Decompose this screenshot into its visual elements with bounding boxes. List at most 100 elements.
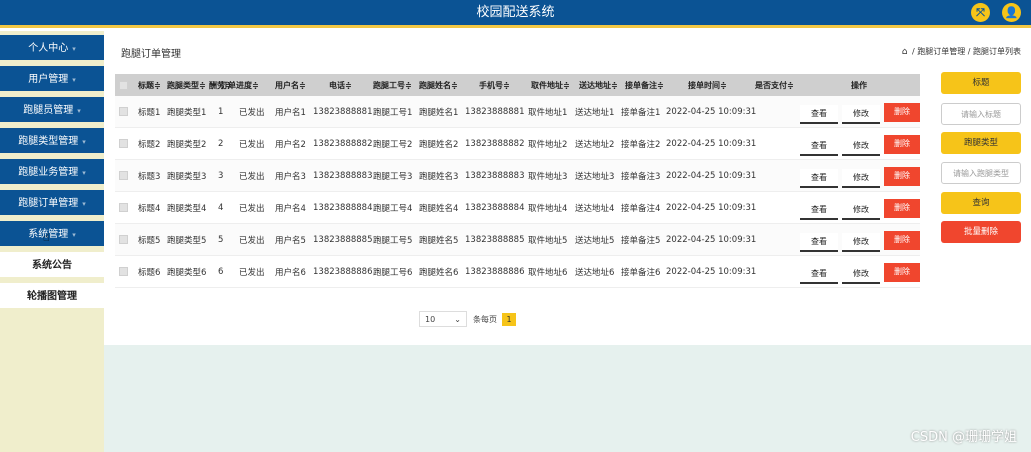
table-cell: 跑腿姓名3 <box>419 171 459 182</box>
column-header[interactable]: 订单进度≑ <box>220 74 259 96</box>
column-header[interactable]: 用户名≑ <box>275 74 306 96</box>
footer-band <box>104 345 1031 452</box>
edit-button[interactable]: 修改 <box>842 169 880 188</box>
table-cell: 取件地址4 <box>528 203 568 214</box>
view-button[interactable]: 查看 <box>800 265 838 284</box>
breadcrumb: ⌂ / 跑腿订单管理 / 跑腿订单列表 <box>902 46 1021 57</box>
main-content: 跑腿订单管理 ⌂ / 跑腿订单管理 / 跑腿订单列表 标题≑ 跑腿类型≑ 酬劳≑ 订单… <box>104 31 1031 452</box>
table-cell: 跑腿类型3 <box>167 171 207 182</box>
table-cell: 13823888886 <box>465 266 525 277</box>
title-search-input[interactable]: 请输入标题 <box>941 103 1021 125</box>
table-cell: 跑腿工号1 <box>373 107 413 118</box>
row-checkbox[interactable] <box>119 160 128 191</box>
table-cell: 2022-04-25 10:09:31 <box>666 266 757 277</box>
sidebar-item[interactable]: 轮播图管理 <box>0 283 104 311</box>
delete-button[interactable]: 删除 <box>884 263 920 282</box>
sidebar-item[interactable]: 跑腿类型管理 ▾ <box>0 128 104 156</box>
table-cell: 接单备注1 <box>621 107 661 118</box>
delete-button[interactable]: 删除 <box>884 167 920 186</box>
row-checkbox[interactable] <box>119 224 128 255</box>
row-checkbox[interactable] <box>119 96 128 127</box>
table-cell: 跑腿姓名5 <box>419 235 459 246</box>
per-page-label: 条每页 <box>473 314 497 324</box>
user-icon[interactable]: 👤 <box>1002 3 1021 22</box>
view-button[interactable]: 查看 <box>800 233 838 252</box>
chevron-down-icon: ▾ <box>82 138 86 146</box>
column-header[interactable]: 跑腿类型≑ <box>167 74 206 96</box>
column-header[interactable]: 手机号≑ <box>479 74 510 96</box>
table-row: 标题3 跑腿类型3 3 已发出 用户名3 13823888883 跑腿工号3 跑腿姓名3 138… <box>115 160 920 192</box>
select-all-checkbox[interactable] <box>119 74 128 96</box>
search-button[interactable]: 查询 <box>941 192 1021 214</box>
table-cell: 跑腿工号5 <box>373 235 413 246</box>
column-header[interactable]: 接单时间≑ <box>688 74 727 96</box>
table-row: 标题1 跑腿类型1 1 已发出 用户名1 13823888881 跑腿工号1 跑腿姓名1 138… <box>115 96 920 128</box>
edit-button[interactable]: 修改 <box>842 105 880 124</box>
column-header[interactable]: 取件地址≑ <box>531 74 570 96</box>
table-cell: 已发出 <box>239 267 265 278</box>
app-title: 校园配送系统 <box>476 5 555 20</box>
type-search-input[interactable]: 请输入跑腿类型 <box>941 162 1021 184</box>
table-cell: 跑腿类型5 <box>167 235 207 246</box>
column-header[interactable]: 是否支付≑ <box>755 74 794 96</box>
delete-button[interactable]: 删除 <box>884 135 920 154</box>
page-size-select[interactable]: 10 ⌄ <box>419 311 467 327</box>
row-checkbox[interactable] <box>119 128 128 159</box>
sidebar-item[interactable]: 系统管理 ▾ <box>0 221 104 249</box>
page-number-current[interactable]: 1 <box>502 312 516 326</box>
edit-button[interactable]: 修改 <box>842 233 880 252</box>
delete-button[interactable]: 删除 <box>884 231 920 250</box>
table-cell: 6 <box>218 266 224 277</box>
column-header[interactable]: 接单备注≑ <box>625 74 664 96</box>
table-cell: 13823888882 <box>313 138 373 149</box>
table-cell: 2022-04-25 10:09:31 <box>666 202 757 213</box>
table-cell: 用户名2 <box>275 139 306 150</box>
view-button[interactable]: 查看 <box>800 201 838 220</box>
edit-button[interactable]: 修改 <box>842 201 880 220</box>
table-cell: 送达地址4 <box>575 203 615 214</box>
title-label-button[interactable]: 标题 <box>941 72 1021 94</box>
view-button[interactable]: 查看 <box>800 137 838 156</box>
view-button[interactable]: 查看 <box>800 105 838 124</box>
edit-button[interactable]: 修改 <box>842 265 880 284</box>
column-header[interactable]: 操作 <box>851 74 867 96</box>
column-header[interactable]: 跑腿工号≑ <box>373 74 412 96</box>
sidebar-item[interactable]: 个人中心 ▾ <box>0 35 104 63</box>
fullscreen-icon[interactable]: ⤧ <box>971 3 990 22</box>
page-size-value: 10 <box>425 314 436 324</box>
table-cell: 标题1 <box>138 107 161 118</box>
view-button[interactable]: 查看 <box>800 169 838 188</box>
column-header[interactable]: 送达地址≑ <box>579 74 618 96</box>
sidebar-item[interactable]: 系统公告 <box>0 252 104 280</box>
table-cell: 跑腿类型1 <box>167 107 207 118</box>
chevron-down-icon: ⌄ <box>454 314 461 324</box>
delete-button[interactable]: 删除 <box>884 199 920 218</box>
table-cell: 跑腿姓名4 <box>419 203 459 214</box>
edit-button[interactable]: 修改 <box>842 137 880 156</box>
table-cell: 标题3 <box>138 171 161 182</box>
column-header[interactable]: 跑腿姓名≑ <box>419 74 458 96</box>
column-header[interactable]: 标题≑ <box>138 74 161 96</box>
table-cell: 已发出 <box>239 203 265 214</box>
table-cell: 13823888881 <box>313 106 373 117</box>
home-icon[interactable]: ⌂ <box>902 47 908 57</box>
sidebar-item[interactable]: 用户管理 ▾ <box>0 66 104 94</box>
batch-delete-button[interactable]: 批量删除 <box>941 221 1021 243</box>
sidebar-item[interactable]: 跑腿员管理 ▾ <box>0 97 104 125</box>
sidebar-item[interactable]: 跑腿业务管理 ▾ <box>0 159 104 187</box>
sidebar-item[interactable]: 跑腿订单管理 ▾ <box>0 190 104 218</box>
table-cell: 跑腿姓名1 <box>419 107 459 118</box>
column-header[interactable]: 电话≑ <box>329 74 352 96</box>
table-cell: 13823888883 <box>465 170 525 181</box>
table-cell: 13823888885 <box>465 234 525 245</box>
row-checkbox[interactable] <box>119 192 128 223</box>
table-cell: 跑腿姓名6 <box>419 267 459 278</box>
table-cell: 13823888885 <box>313 234 373 245</box>
sidebar-item-label: 系统公告 <box>32 260 72 271</box>
table-cell: 已发出 <box>239 139 265 150</box>
row-checkbox[interactable] <box>119 256 128 287</box>
table-cell: 用户名5 <box>275 235 306 246</box>
type-label-button[interactable]: 跑腿类型 <box>941 132 1021 154</box>
table-cell: 13823888884 <box>313 202 373 213</box>
delete-button[interactable]: 删除 <box>884 103 920 122</box>
